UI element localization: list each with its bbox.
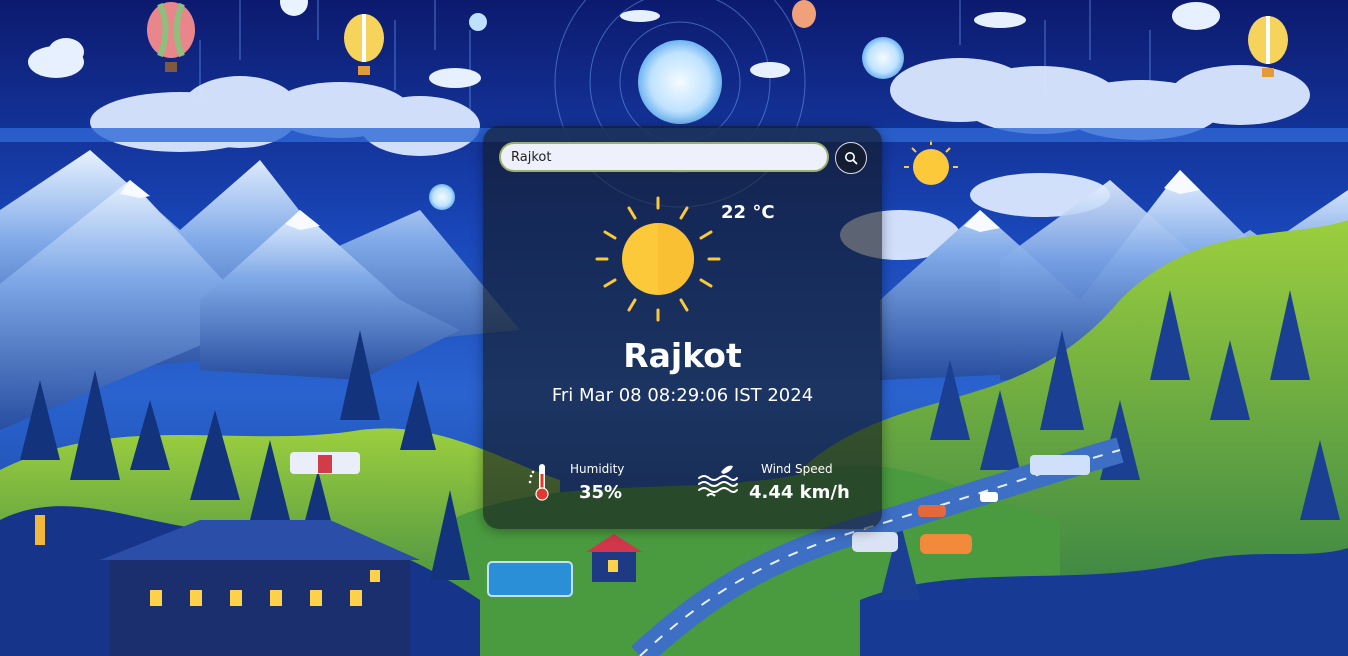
wind-speed-value: 4.44 km/h — [749, 482, 850, 503]
temperature-value: 22 °C — [721, 202, 775, 223]
wind-speed-label: Wind Speed — [761, 462, 833, 476]
search-icon — [845, 152, 858, 165]
wind-stat: Wind Speed 4.44 km/h — [697, 460, 877, 506]
thermometer-icon — [527, 462, 557, 506]
city-name: Rajkot — [623, 336, 742, 375]
sun-icon — [591, 192, 725, 326]
humidity-label: Humidity — [570, 462, 625, 476]
wind-icon — [697, 462, 739, 502]
search-button[interactable] — [835, 142, 867, 174]
city-search-input[interactable] — [499, 142, 829, 172]
humidity-stat: Humidity 35% — [527, 460, 647, 506]
humidity-value: 35% — [579, 482, 623, 503]
date-time: Fri Mar 08 08:29:06 IST 2024 — [551, 385, 814, 406]
weather-card: 22 °C Rajkot Fri Mar 08 08:29:06 IST 202… — [483, 126, 882, 529]
